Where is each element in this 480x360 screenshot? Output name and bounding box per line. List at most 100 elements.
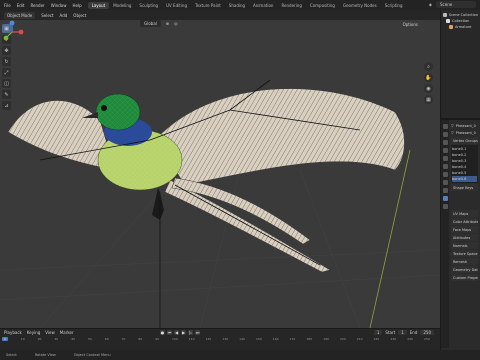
play-icon[interactable]: ▶ bbox=[181, 330, 186, 335]
mode-dropdown[interactable]: Object Mode bbox=[4, 11, 36, 19]
current-frame-field[interactable]: 1 bbox=[373, 330, 383, 335]
section-color-attributes[interactable]: Color Attributes bbox=[451, 218, 478, 225]
next-key-icon[interactable]: ▷ bbox=[188, 330, 193, 335]
frame-tick: 250 bbox=[424, 337, 430, 341]
frame-tick: 110 bbox=[188, 337, 195, 341]
section-uv-maps[interactable]: UV Maps bbox=[451, 210, 478, 217]
tool-tab-icon[interactable] bbox=[442, 124, 448, 129]
vertex-group-list: bone0.1 bone0.2 bone0.3 bone0.4 bone0.5 … bbox=[451, 145, 478, 183]
scene-tab-icon[interactable] bbox=[442, 148, 448, 153]
move-icon[interactable]: ✥ bbox=[2, 46, 11, 55]
workspace-tab-compositing[interactable]: Compositing bbox=[306, 2, 339, 9]
playhead[interactable]: 1 bbox=[2, 337, 8, 341]
data-name-row[interactable]: ▽ Pheasant_0 bbox=[451, 129, 478, 136]
shape-keys-header[interactable]: Shape Keys bbox=[451, 184, 478, 191]
menu-edit[interactable]: Edit bbox=[17, 3, 25, 8]
outliner-label: Armature bbox=[455, 25, 472, 29]
transform-icon[interactable]: ◫ bbox=[2, 79, 11, 88]
zoom-icon[interactable]: ⌕ bbox=[424, 62, 433, 71]
outliner-row[interactable]: Armature bbox=[443, 24, 478, 30]
section-face-maps[interactable]: Face Maps bbox=[451, 226, 478, 233]
end-frame-field[interactable]: 250 bbox=[420, 330, 434, 335]
playback-menu[interactable]: Playback bbox=[4, 330, 22, 335]
mesh-data-tab-icon[interactable] bbox=[442, 196, 448, 201]
collection-icon bbox=[446, 19, 450, 23]
scale-icon[interactable]: ⤢ bbox=[2, 68, 11, 77]
workspace-tab-layout[interactable]: Layout bbox=[87, 1, 110, 9]
modifier-tab-icon[interactable] bbox=[442, 172, 448, 177]
data-name-field: Pheasant_0 bbox=[455, 130, 476, 135]
scene-selector[interactable]: Scene bbox=[436, 1, 476, 8]
section-custom-properties[interactable]: Custom Properties bbox=[451, 274, 478, 281]
workspace-tab-modeling[interactable]: Modeling bbox=[109, 2, 135, 9]
3d-viewport[interactable]: Global ⊕ ◎ Options ▣ + ✥ ↻ ⤢ ◫ ✎ ⊿ ⌕ ✋ ◉… bbox=[0, 20, 440, 328]
navigation-gizmo-icon[interactable] bbox=[0, 20, 24, 44]
orientation-dropdown[interactable]: Global bbox=[140, 20, 161, 27]
select-menu[interactable]: Select bbox=[41, 13, 53, 18]
particles-tab-icon[interactable] bbox=[442, 180, 448, 185]
scene-icon[interactable]: ◈ bbox=[429, 2, 432, 7]
section-texture-space[interactable]: Texture Space bbox=[451, 250, 478, 257]
snap-icon[interactable]: ⊕ bbox=[166, 21, 169, 26]
proportional-icon[interactable]: ◎ bbox=[174, 21, 178, 26]
material-tab-icon[interactable] bbox=[442, 204, 448, 209]
frame-tick: 120 bbox=[205, 337, 212, 341]
properties-tabs bbox=[441, 120, 449, 348]
object-name: Pheasant_0 bbox=[455, 123, 476, 128]
right-panel: Scene Collection Collection Armature ▽ Ph… bbox=[440, 10, 480, 350]
frame-ruler[interactable]: 0102030405060708090100110120130140150160… bbox=[0, 337, 440, 343]
menu-file[interactable]: File bbox=[4, 3, 11, 8]
timeline: Playback Keying View Marker ● ⏮ ◀ ▶ ▷ ⏭ … bbox=[0, 328, 440, 350]
properties-body: ▽ Pheasant_0 ▽ Pheasant_0 Vertex Groups bo… bbox=[449, 120, 480, 348]
frame-tick: 190 bbox=[323, 337, 329, 341]
physics-tab-icon[interactable] bbox=[442, 188, 448, 193]
render-tab-icon[interactable] bbox=[442, 132, 448, 137]
grid-view-icon[interactable]: ▦ bbox=[424, 95, 433, 104]
rotate-icon[interactable]: ↻ bbox=[2, 57, 11, 66]
frame-tick: 230 bbox=[390, 337, 397, 341]
workspace-tab-shading[interactable]: Shading bbox=[225, 2, 249, 9]
keying-menu[interactable]: Keying bbox=[27, 330, 40, 335]
object-name-row[interactable]: ▽ Pheasant_0 bbox=[451, 122, 478, 129]
start-frame-field[interactable]: 1 bbox=[398, 330, 407, 335]
workspace-tab-sculpting[interactable]: Sculpting bbox=[135, 2, 162, 9]
bird-eye bbox=[101, 105, 107, 111]
annotate-icon[interactable]: ✎ bbox=[2, 90, 11, 99]
prev-key-icon[interactable]: ◀ bbox=[174, 330, 179, 335]
menu-window[interactable]: Window bbox=[51, 3, 67, 8]
armature-icon bbox=[449, 25, 453, 29]
output-tab-icon[interactable] bbox=[442, 140, 448, 145]
options-menu[interactable]: Options bbox=[403, 22, 418, 27]
vertex-groups-header[interactable]: Vertex Groups bbox=[451, 137, 478, 144]
object-menu[interactable]: Object bbox=[73, 13, 86, 18]
workspace-tab-scripting[interactable]: Scripting bbox=[381, 2, 407, 9]
workspace-tab-animation[interactable]: Animation bbox=[249, 2, 277, 9]
menu-render[interactable]: Render bbox=[30, 3, 44, 8]
section-normals[interactable]: Normals bbox=[451, 242, 478, 249]
workspace-tab-uv-editing[interactable]: UV Editing bbox=[162, 2, 191, 9]
tail-feather-1 bbox=[164, 179, 331, 273]
workspace-tab-geometry-nodes[interactable]: Geometry Nodes bbox=[339, 2, 381, 9]
jump-end-icon[interactable]: ⏭ bbox=[195, 330, 200, 335]
section-attributes[interactable]: Attributes bbox=[451, 234, 478, 241]
menu-help[interactable]: Help bbox=[72, 3, 81, 8]
workspace-tab-texture-paint[interactable]: Texture Paint bbox=[191, 2, 225, 9]
pan-icon[interactable]: ✋ bbox=[424, 73, 433, 82]
jump-start-icon[interactable]: ⏮ bbox=[167, 330, 172, 335]
record-icon[interactable]: ● bbox=[160, 330, 165, 335]
shape-keys-list bbox=[451, 191, 478, 209]
camera-icon[interactable]: ◉ bbox=[424, 84, 433, 93]
section-geometry-data[interactable]: Geometry Data bbox=[451, 266, 478, 273]
frame-tick: 240 bbox=[407, 337, 413, 341]
object-tab-icon[interactable] bbox=[442, 164, 448, 169]
view-menu[interactable]: View bbox=[45, 330, 55, 335]
measure-icon[interactable]: ⊿ bbox=[2, 101, 11, 110]
section-remesh[interactable]: Remesh bbox=[451, 258, 478, 265]
world-tab-icon[interactable] bbox=[442, 156, 448, 161]
outliner-label: Collection bbox=[452, 19, 470, 23]
scene-render bbox=[0, 79, 440, 328]
vertex-group-item-selected[interactable]: bone0.6 bbox=[452, 176, 477, 182]
workspace-tab-rendering[interactable]: Rendering bbox=[277, 2, 305, 9]
marker-menu[interactable]: Marker bbox=[60, 330, 74, 335]
add-menu[interactable]: Add bbox=[60, 13, 68, 18]
